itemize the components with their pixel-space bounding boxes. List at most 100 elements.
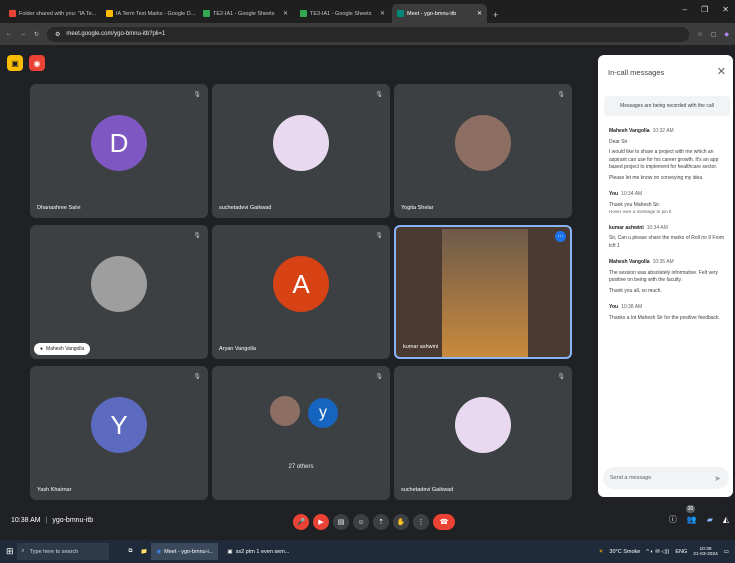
chat-message[interactable]: Mahesh Vangolla 10:35 AM The session was a… [609, 259, 727, 295]
message-time: 10:34 AM [621, 191, 643, 197]
language-indicator[interactable]: ENG [675, 549, 687, 555]
tab-strip: Folder shared with you: "IA Te...✕IA Ter… [4, 4, 489, 23]
present-button[interactable]: ⇡ [373, 514, 389, 530]
participant-tile[interactable]: D Dhanashree Salvi 🎙 [30, 84, 208, 218]
tab-5[interactable]: Meet - ygo-bmnu-itb ✕ [392, 4, 487, 23]
more-options-button[interactable]: ⋮ [413, 514, 429, 530]
back-icon[interactable]: ← [6, 31, 12, 37]
participant-name: Yogita Shelar [401, 205, 434, 211]
tab-2[interactable]: IA Term Test Marks - Google D...✕ [101, 4, 196, 23]
chat-message[interactable]: You 10:38 AM Thanks a lot Mahesh Sir for t… [609, 304, 727, 322]
participant-tile[interactable]: y 27 others 🎙 [212, 366, 390, 500]
participant-tile[interactable]: ● Mahesh Vangolla 🎙 [30, 225, 208, 359]
message-input[interactable]: Send a message ➤ [603, 467, 729, 489]
windows-start-icon[interactable]: ⊞ [6, 546, 14, 557]
captions-button[interactable]: ▤ [333, 514, 349, 530]
participant-tile[interactable]: Yogita Shelar 🎙 [394, 84, 572, 218]
notification-icon[interactable]: ▭ [724, 549, 729, 555]
taskbar-app-meet[interactable]: ◉ Meet - ygo-bmnu-i... [151, 543, 219, 560]
people-button[interactable]: 👥 30 [685, 505, 697, 524]
maximize-icon[interactable]: ❐ [701, 5, 708, 14]
app-icon: ▣ [227, 548, 233, 555]
tab-4[interactable]: TE3-IA1 - Google Sheets ✕ [295, 4, 390, 23]
more-options-icon[interactable]: ⋯ [555, 231, 566, 242]
taskbar-search-text: Type here to search [29, 548, 79, 555]
file-explorer-icon[interactable]: 📁 [140, 549, 147, 555]
participant-tile[interactable]: suchetadevi Gaikwad 🎙 [212, 84, 390, 218]
participant-name: Dhanashree Salvi [37, 205, 81, 211]
close-tab-icon[interactable]: ✕ [380, 10, 385, 17]
weather-text[interactable]: 30°C Smoke [609, 549, 640, 555]
activities-icon[interactable]: ◭ [723, 515, 729, 524]
send-icon[interactable]: ➤ [714, 474, 721, 483]
emoji-button[interactable]: ☺ [353, 514, 369, 530]
taskbar-search[interactable]: ⌕ Type here to search [16, 543, 109, 560]
activity-icon[interactable]: ▣ [7, 55, 23, 71]
close-tab-icon[interactable]: ✕ [283, 10, 288, 17]
participant-tile[interactable]: Y Yash Khairnar 🎙 [30, 366, 208, 500]
mic-muted-icon: 🎙 [193, 233, 201, 239]
message-input-placeholder: Send a message [610, 475, 652, 481]
reload-icon[interactable]: ↻ [34, 31, 39, 38]
minimize-icon[interactable]: – [683, 5, 687, 14]
taskbar-app-ptm-label: ss2 ptm 1 even sem... [235, 548, 290, 555]
leave-call-button[interactable]: ☎ [433, 514, 455, 530]
close-tab-icon[interactable]: ✕ [477, 10, 482, 17]
info-icon[interactable]: ⓘ [669, 514, 677, 525]
mic-muted-icon: 🎙 [375, 233, 383, 239]
chat-message[interactable]: You 10:34 AM Thank you Mahesh Sir. Hover ov… [609, 191, 727, 216]
close-panel-icon[interactable]: ✕ [717, 65, 726, 78]
raise-hand-button[interactable]: ✋ [393, 514, 409, 530]
tab-label: IA Term Test Marks - Google D... [116, 10, 196, 17]
chat-message[interactable]: Mahesh Vangolla 10:32 AM Dear Sir I would l… [609, 128, 727, 182]
site-info-icon[interactable]: ⚙ [55, 31, 60, 38]
mic-off-button[interactable]: 🎤 [293, 514, 309, 530]
avatar [270, 396, 300, 426]
tab-label: TE2-IA1 - Google Sheets [213, 10, 275, 17]
tab-label: Meet - ygo-bmnu-itb [407, 10, 457, 17]
name-chip: ● Mahesh Vangolla [34, 343, 91, 355]
camera-off-button[interactable]: ▶ [313, 514, 329, 530]
tab-3[interactable]: TE2-IA1 - Google Sheets ✕ [198, 4, 293, 23]
message-text: Thank you Mahesh Sir. [609, 201, 661, 208]
message-sender: You [609, 304, 619, 311]
panel-title: In-call messages [608, 68, 665, 77]
tab-favicon-icon [300, 10, 307, 17]
system-clock[interactable]: 10:38 21-03-2024 [693, 547, 718, 557]
url-text: meet.google.com/ygo-bmnu-itb?pli=1 [66, 31, 166, 37]
chat-message[interactable]: kumar ashwini 10:34 AM Sir, Can u please s… [609, 225, 727, 251]
participant-name: suchetadevi Gaikwad [401, 487, 454, 493]
tab-favicon-icon [397, 10, 404, 17]
participant-tile[interactable]: A Aryan Vangolla 🎙 [212, 225, 390, 359]
chat-icon[interactable]: ▰ [707, 515, 713, 524]
participant-tile[interactable]: kumar ashwini ⋯ [394, 225, 572, 359]
message-text: The session was absolutely informative. … [609, 269, 718, 284]
meeting-separator: | [45, 517, 48, 524]
tray-icons[interactable]: ^ ◐ ✉ ◁)) [646, 549, 669, 555]
message-sender: kumar ashwini [609, 224, 644, 231]
tab-label: TE3-IA1 - Google Sheets [310, 10, 372, 17]
tab-1[interactable]: Folder shared with you: "IA Te...✕ [4, 4, 99, 23]
bookmark-star-icon[interactable]: ☆ [697, 31, 702, 38]
mic-muted-icon: 🎙 [193, 92, 201, 98]
system-tray: ☀ 30°C Smoke ^ ◐ ✉ ◁)) ENG 10:38 21-03-2… [598, 547, 735, 557]
task-view-icon[interactable]: ⧉ [129, 548, 133, 555]
participant-tile[interactable]: suchetadevi Gaikwad 🎙 [394, 366, 572, 500]
profile-icon[interactable]: ◆ [724, 31, 729, 38]
forward-icon[interactable]: → [20, 31, 26, 37]
message-time: 10:38 AM [621, 304, 643, 311]
pin-hint: Hover over a message to pin it [609, 209, 672, 214]
top-left-icons: ▣ ◉ [7, 55, 45, 71]
weather-icon: ☀ [598, 548, 604, 555]
call-controls: 🎤 ▶ ▤ ☺ ⇡ ✋ ⋮ ☎ [293, 514, 455, 530]
user-icon: ● [40, 346, 44, 352]
participant-name: Aryan Vangolla [219, 346, 256, 352]
close-window-icon[interactable]: ✕ [722, 5, 729, 14]
new-tab-button[interactable]: + [493, 10, 498, 20]
taskbar-app-ptm[interactable]: ▣ ss2 ptm 1 even sem... [222, 543, 294, 560]
right-controls: ⓘ 👥 30 ▰ ◭ [669, 505, 729, 525]
url-field[interactable]: ⚙ meet.google.com/ygo-bmnu-itb?pli=1 [47, 26, 690, 42]
avatar-initial: y [308, 398, 338, 428]
recording-icon[interactable]: ◉ [29, 55, 45, 71]
extensions-icon[interactable]: ▢ [711, 31, 717, 38]
